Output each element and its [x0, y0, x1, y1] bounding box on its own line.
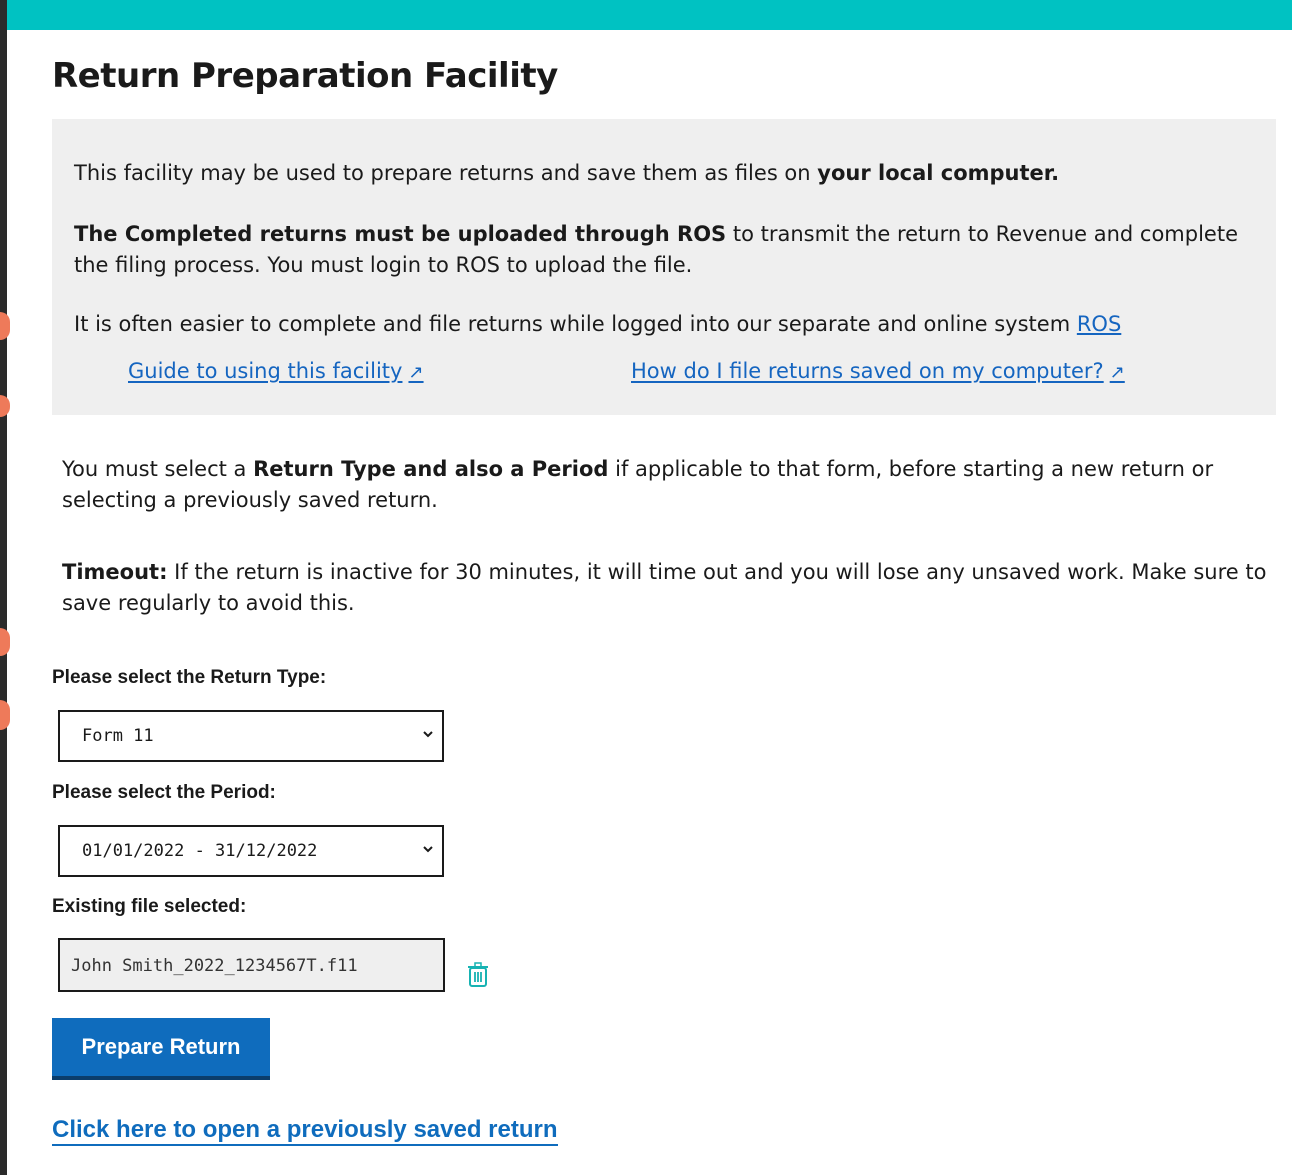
info-bold-text: The Completed returns must be uploaded t…	[74, 222, 727, 246]
left-border	[0, 0, 7, 1175]
guide-link-label: Guide to using this facility	[128, 359, 403, 383]
external-link-icon: ↗	[408, 362, 424, 383]
decor-shape	[0, 628, 10, 656]
select-instructions: You must select a Return Type and also a…	[62, 454, 1274, 516]
period-label: Please select the Period:	[52, 782, 276, 803]
info-paragraph-ros: It is often easier to complete and file …	[74, 309, 1264, 340]
timeout-text: If the return is inactive for 30 minutes…	[62, 560, 1267, 615]
decor-shape	[0, 395, 10, 417]
decor-shape	[0, 700, 10, 730]
period-value: 01/01/2022 - 31/12/2022	[82, 841, 318, 861]
decor-shape	[0, 312, 10, 340]
timeout-notice: Timeout: If the return is inactive for 3…	[62, 557, 1274, 619]
chevron-down-icon	[423, 846, 433, 853]
return-type-label: Please select the Return Type:	[52, 667, 327, 688]
instruction-bold-text: Return Type and also a Period	[253, 457, 609, 481]
info-paragraph-upload: The Completed returns must be uploaded t…	[74, 219, 1264, 281]
header-accent-bar	[0, 0, 1292, 30]
prepare-return-button[interactable]: Prepare Return	[52, 1018, 270, 1080]
external-link-icon: ↗	[1109, 362, 1125, 383]
guide-link[interactable]: Guide to using this facility ↗	[128, 359, 424, 383]
info-bold-text: your local computer.	[817, 161, 1060, 185]
timeout-label: Timeout:	[62, 560, 168, 584]
info-paragraph-local: This facility may be used to prepare ret…	[74, 158, 1264, 189]
period-select[interactable]: 01/01/2022 - 31/12/2022	[58, 825, 444, 877]
return-type-value: Form 11	[82, 726, 154, 746]
file-returns-help-label: How do I file returns saved on my comput…	[631, 359, 1104, 383]
existing-file-field: John Smith_2022_1234567T.f11	[58, 938, 445, 992]
return-type-select[interactable]: Form 11	[58, 710, 444, 762]
ros-link[interactable]: ROS	[1077, 312, 1121, 336]
page-title: Return Preparation Facility	[52, 56, 558, 96]
open-saved-return-link[interactable]: Click here to open a previously saved re…	[52, 1116, 558, 1146]
info-text: It is often easier to complete and file …	[74, 312, 1077, 336]
existing-file-label: Existing file selected:	[52, 896, 247, 917]
info-panel: This facility may be used to prepare ret…	[52, 119, 1276, 415]
instruction-text: You must select a	[62, 457, 254, 481]
trash-icon[interactable]	[467, 960, 489, 988]
existing-file-value: John Smith_2022_1234567T.f11	[71, 956, 358, 976]
info-text: This facility may be used to prepare ret…	[74, 161, 818, 185]
chevron-down-icon	[423, 731, 433, 738]
file-returns-help-link[interactable]: How do I file returns saved on my comput…	[631, 359, 1125, 383]
